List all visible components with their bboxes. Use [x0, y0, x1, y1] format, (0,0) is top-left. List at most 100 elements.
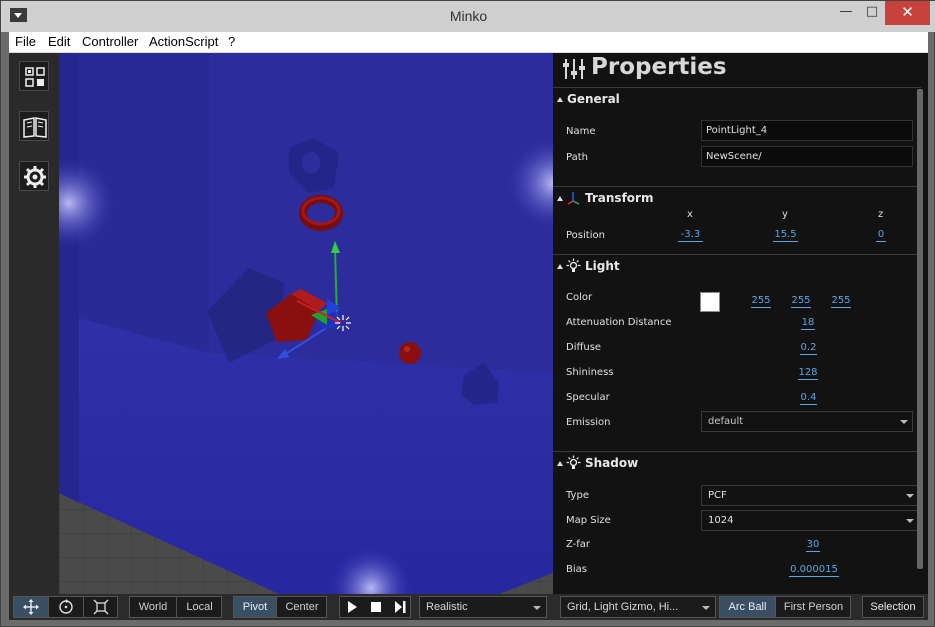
scene-graph-icon[interactable]: [19, 61, 49, 91]
menu-edit[interactable]: Edit: [48, 34, 70, 49]
window-title: Minko: [449, 8, 488, 24]
position-label: Position: [566, 230, 605, 241]
shadow-type-dropdown[interactable]: PCF: [701, 485, 919, 506]
3d-viewport[interactable]: [59, 53, 553, 594]
collapse-triangle-icon[interactable]: [557, 196, 563, 201]
transform-tool-group: [13, 596, 118, 618]
path-label: Path: [566, 152, 588, 163]
library-book-icon[interactable]: [19, 111, 49, 141]
pivot-button[interactable]: Pivot: [234, 597, 276, 617]
render-mode-value: Realistic: [426, 601, 468, 613]
render-mode-dropdown[interactable]: Realistic: [419, 596, 547, 618]
shadow-type-label: Type: [566, 490, 589, 501]
position-x-input[interactable]: -3.3: [678, 229, 703, 242]
axis-y-label: y: [782, 209, 788, 220]
move-icon[interactable]: [14, 597, 48, 617]
menu-bar: File Edit Controller ActionScript ?: [9, 32, 928, 53]
sliders-icon: [563, 59, 585, 79]
shininess-label: Shininess: [566, 367, 614, 378]
emission-label: Emission: [566, 417, 611, 428]
step-icon[interactable]: [388, 597, 412, 617]
settings-gear-icon[interactable]: [19, 161, 49, 191]
display-options-value: Grid, Light Gizmo, Hi...: [567, 601, 679, 613]
section-title: Light: [585, 259, 620, 273]
collapse-triangle-icon[interactable]: [557, 264, 563, 269]
left-toolbar: [9, 53, 59, 594]
chevron-down-icon: [533, 606, 541, 610]
color-g-input[interactable]: 255: [791, 295, 811, 308]
chevron-down-icon: [906, 519, 914, 523]
section-transform-header[interactable]: Transform: [553, 186, 921, 210]
menu-actionscript[interactable]: ActionScript: [149, 34, 218, 49]
zfar-input[interactable]: 30: [806, 539, 820, 552]
menu-controller[interactable]: Controller: [82, 34, 138, 49]
map-size-label: Map Size: [566, 515, 611, 526]
transform-axes-icon: [567, 192, 580, 205]
light-bulb-icon: [566, 455, 581, 469]
bias-label: Bias: [566, 564, 587, 575]
menu-file[interactable]: File: [15, 34, 36, 49]
close-button[interactable]: ✕: [885, 1, 930, 25]
section-title: Transform: [585, 191, 654, 205]
color-label: Color: [566, 292, 593, 303]
color-r-input[interactable]: 255: [751, 295, 771, 308]
pivot-toggle-group: Pivot Center: [233, 596, 327, 618]
name-label: Name: [566, 126, 596, 137]
section-general-header[interactable]: General: [553, 87, 921, 111]
properties-panel: Properties General Name PointLight_4 Pat…: [553, 53, 928, 594]
bottom-toolbar: World Local Pivot Center Realistic Grid,…: [9, 594, 928, 620]
maximize-button[interactable]: □: [859, 1, 885, 25]
bias-input[interactable]: 0.000015: [789, 564, 839, 577]
position-y-input[interactable]: 15.5: [773, 229, 798, 242]
section-shadow-header[interactable]: Shadow: [553, 451, 921, 475]
chevron-down-icon: [906, 494, 914, 498]
title-bar: Minko — □ ✕: [1, 1, 935, 32]
chevron-down-icon: [900, 420, 908, 424]
map-size-value: 1024: [708, 515, 734, 526]
axis-x-label: x: [687, 209, 693, 220]
zfar-label: Z-far: [566, 539, 591, 550]
first-person-button[interactable]: First Person: [776, 597, 851, 617]
stop-icon[interactable]: [364, 597, 388, 617]
rotate-icon[interactable]: [49, 597, 83, 617]
world-button[interactable]: World: [130, 597, 176, 617]
properties-scrollbar[interactable]: [917, 89, 923, 569]
scene-render: [59, 53, 553, 594]
collapse-triangle-icon[interactable]: [557, 97, 563, 102]
center-button[interactable]: Center: [277, 597, 327, 617]
diffuse-input[interactable]: 0.2: [800, 342, 817, 355]
local-button[interactable]: Local: [177, 597, 222, 617]
diffuse-label: Diffuse: [566, 342, 602, 353]
attenuation-input[interactable]: 18: [801, 317, 815, 330]
playback-group: [339, 596, 411, 618]
color-b-input[interactable]: 255: [831, 295, 851, 308]
collapse-triangle-icon[interactable]: [557, 461, 563, 466]
section-title: Shadow: [585, 456, 639, 470]
menu-help[interactable]: ?: [228, 34, 235, 49]
axis-z-label: z: [878, 209, 884, 220]
light-bulb-icon: [566, 258, 581, 272]
section-title: General: [567, 92, 620, 106]
display-options-dropdown[interactable]: Grid, Light Gizmo, Hi...: [560, 596, 716, 618]
specular-label: Specular: [566, 392, 610, 403]
attenuation-label: Attenuation Distance: [566, 317, 672, 328]
arc-ball-button[interactable]: Arc Ball: [720, 597, 775, 617]
properties-title: Properties: [591, 54, 727, 80]
emission-dropdown[interactable]: default: [701, 411, 913, 432]
map-size-dropdown[interactable]: 1024: [701, 510, 919, 531]
emission-value: default: [708, 416, 744, 427]
properties-header: Properties: [553, 53, 928, 87]
section-light-header[interactable]: Light: [553, 254, 921, 278]
scale-icon[interactable]: [84, 597, 118, 617]
space-toggle-group: World Local: [129, 596, 222, 618]
position-z-input[interactable]: 0: [876, 229, 886, 242]
selection-button[interactable]: Selection: [863, 597, 923, 617]
path-field[interactable]: NewScene/: [701, 146, 913, 167]
specular-input[interactable]: 0.4: [800, 392, 817, 405]
minimize-button[interactable]: —: [833, 1, 859, 25]
app-window: Minko — □ ✕ File Edit Controller ActionS…: [0, 0, 935, 627]
color-swatch[interactable]: [700, 292, 720, 312]
name-field[interactable]: PointLight_4: [701, 120, 913, 141]
play-icon[interactable]: [340, 597, 364, 617]
shininess-input[interactable]: 128: [798, 367, 818, 380]
